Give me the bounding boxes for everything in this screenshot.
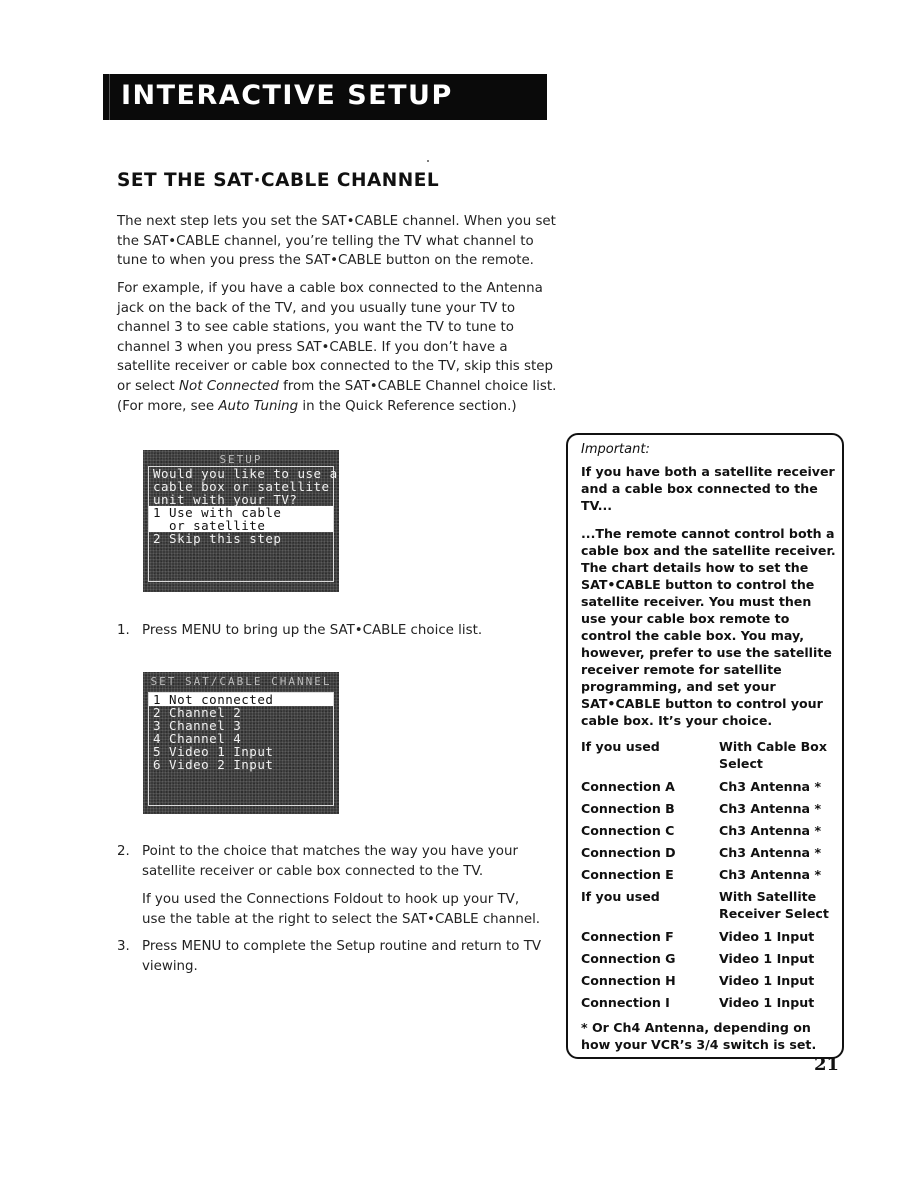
step-text: Point to the choice that matches the way…	[142, 844, 518, 879]
table-row: Connection I Video 1 Input	[581, 994, 836, 1016]
step-2: 2. Point to the choice that matches the …	[117, 842, 547, 882]
table-row: Connection C Ch3 Antenna *	[581, 822, 836, 844]
step-text: Press MENU to bring up the SAT•CABLE cho…	[142, 623, 483, 638]
table-row: Connection D Ch3 Antenna *	[581, 844, 836, 866]
setup-screen-option: 2 Skip this step	[153, 531, 282, 546]
connection-cell: Connection F	[581, 929, 674, 944]
channel-screen-menu: 1 Not connected 2 Channel 2 3 Channel 3 …	[148, 692, 334, 806]
table-row: Connection F Video 1 Input	[581, 928, 836, 950]
channel-cell: Ch3 Antenna *	[719, 823, 822, 838]
intro-paragraph-1-text: The next step lets you set the SAT•CABLE…	[117, 214, 556, 269]
scan-speck	[427, 160, 429, 162]
para2-part1: For example, if you have a cable box con…	[117, 281, 553, 394]
chapter-title: INTERACTIVE SETUP	[121, 80, 453, 111]
table-footnote: * Or Ch4 Antenna, depending on how your …	[581, 1020, 817, 1052]
step-3: 3. Press MENU to complete the Setup rout…	[117, 937, 547, 977]
important-label: Important:	[581, 442, 650, 457]
channel-cell: Video 1 Input	[719, 973, 815, 988]
chapter-header-bar: INTERACTIVE SETUP	[103, 74, 547, 120]
step-number: 2.	[117, 844, 130, 859]
para2-part3: in the Quick Reference section.)	[298, 398, 517, 414]
channel-cell: Ch3 Antenna *	[719, 867, 822, 882]
step-1: 1. Press MENU to bring up the SAT•CABLE …	[117, 621, 547, 641]
para2-emphasis-auto-tuning: Auto Tuning	[218, 398, 299, 414]
setup-screen-image: SETUP Would you like to use a cable box …	[143, 450, 339, 592]
table-row: Connection H Video 1 Input	[581, 972, 836, 994]
setup-screen-menu: Would you like to use a cable box or sat…	[148, 466, 337, 582]
channel-cell: Video 1 Input	[719, 951, 815, 966]
channel-cell: Ch3 Antenna *	[719, 801, 822, 816]
connection-cell: Connection D	[581, 845, 676, 860]
header-if-you-used: If you used	[581, 889, 660, 904]
connection-cell: Connection A	[581, 779, 675, 794]
para2-emphasis-not-connected: Not Connected	[179, 378, 279, 394]
step-text: Press MENU to complete the Setup routine…	[142, 939, 542, 974]
connection-cell: Connection H	[581, 973, 676, 988]
table-row: Connection B Ch3 Antenna *	[581, 800, 836, 822]
channel-screen-title: SET SAT/CABLE CHANNEL	[150, 675, 332, 688]
important-paragraph: ...The remote cannot control both a cabl…	[581, 526, 836, 728]
important-callout-box: Important: If you have both a satellite …	[566, 433, 844, 1059]
connection-cell: Connection G	[581, 951, 676, 966]
header-if-you-used: If you used	[581, 739, 660, 754]
step-2-subtext: If you used the Connections Foldout to h…	[142, 892, 541, 927]
setup-screen-title: SETUP	[219, 453, 263, 466]
section-title: SET THE SAT·CABLE CHANNEL	[117, 170, 440, 191]
header-with-satellite: With Satellite Receiver Select	[719, 889, 829, 921]
table-header-cable: If you used With Cable Box Select	[581, 738, 836, 778]
connection-cell: Connection I	[581, 995, 670, 1010]
sat-cable-channel-screen-image: SET SAT/CABLE CHANNEL 1 Not connected 2 …	[143, 672, 339, 814]
table-header-satellite: If you used With Satellite Receiver Sele…	[581, 888, 836, 928]
page-number: 21	[814, 1054, 840, 1075]
channel-screen-option: 6 Video 2 Input	[153, 757, 274, 772]
intro-paragraph-2-text: For example, if you have a cable box con…	[117, 279, 557, 416]
step-number: 3.	[117, 939, 130, 954]
channel-cell: Video 1 Input	[719, 995, 815, 1010]
intro-paragraph-2: For example, if you have a cable box con…	[117, 279, 557, 416]
table-row: Connection E Ch3 Antenna *	[581, 866, 836, 888]
channel-cell: Ch3 Antenna *	[719, 845, 822, 860]
connection-cell: Connection E	[581, 867, 674, 882]
channel-cell: Ch3 Antenna *	[719, 779, 822, 794]
connection-cell: Connection C	[581, 823, 675, 838]
table-row: Connection A Ch3 Antenna *	[581, 778, 836, 800]
intro-paragraph-1: The next step lets you set the SAT•CABLE…	[117, 212, 557, 271]
header-with-cable-box: With Cable Box Select	[719, 739, 827, 771]
step-number: 1.	[117, 623, 130, 638]
channel-cell: Video 1 Input	[719, 929, 815, 944]
table-row: Connection G Video 1 Input	[581, 950, 836, 972]
important-heading: If you have both a satellite receiver an…	[581, 464, 835, 513]
connection-table: If you used With Cable Box Select Connec…	[581, 738, 836, 1016]
connection-cell: Connection B	[581, 801, 675, 816]
